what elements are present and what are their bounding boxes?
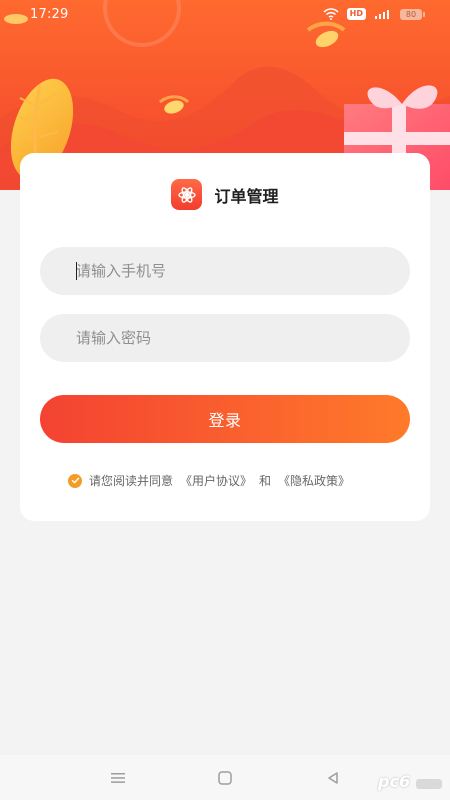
status-bar: 17:29 HD 80 xyxy=(0,0,450,32)
watermark-text: pc6 xyxy=(378,772,411,791)
page-title: 订单管理 xyxy=(214,186,279,206)
user-agreement-link[interactable]: 《用户协议》 xyxy=(180,472,252,489)
agreement-prefix: 请您阅读并同意 xyxy=(89,474,174,488)
wifi-icon xyxy=(323,8,339,20)
brand-header: 订单管理 xyxy=(20,179,430,210)
status-icons: HD 80 xyxy=(323,8,425,20)
watermark: pc6 xyxy=(374,770,442,794)
password-input[interactable] xyxy=(40,314,410,362)
password-field[interactable] xyxy=(40,314,410,362)
login-card: 订单管理 登录 请您阅读并同意 《用户协议》 和 《隐私政策》 xyxy=(20,153,430,521)
agreement-conjunction: 和 xyxy=(259,474,272,488)
phone-input[interactable] xyxy=(40,247,410,295)
phone-field[interactable] xyxy=(40,247,410,295)
check-icon[interactable] xyxy=(68,473,82,488)
menu-icon[interactable] xyxy=(103,763,133,793)
system-navigation-bar: pc6 xyxy=(0,755,450,800)
text-caret xyxy=(76,262,77,280)
privacy-policy-link[interactable]: 《隐私政策》 xyxy=(278,472,350,489)
battery-indicator: 80 xyxy=(400,8,425,20)
status-time: 17:29 xyxy=(30,7,69,22)
login-button[interactable]: 登录 xyxy=(40,395,410,443)
network-badge: HD xyxy=(346,8,366,20)
watermark-badge xyxy=(416,779,442,789)
agreement-row: 请您阅读并同意 《用户协议》 和 《隐私政策》 xyxy=(68,472,350,489)
app-flower-icon xyxy=(171,179,203,210)
signal-icon xyxy=(374,8,392,20)
home-icon[interactable] xyxy=(210,763,240,793)
back-icon[interactable] xyxy=(318,763,348,793)
